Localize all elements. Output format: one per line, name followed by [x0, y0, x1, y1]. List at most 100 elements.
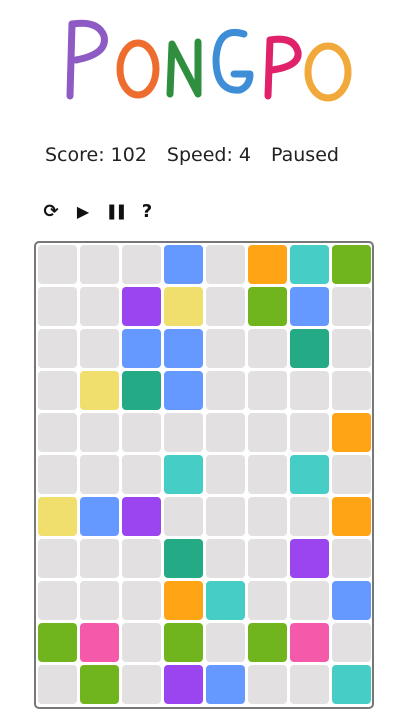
empty-cell[interactable] [38, 329, 77, 368]
empty-cell[interactable] [290, 413, 329, 452]
empty-cell[interactable] [248, 413, 287, 452]
tile-green[interactable] [38, 623, 77, 662]
empty-cell[interactable] [290, 581, 329, 620]
tile-teal[interactable] [290, 245, 329, 284]
empty-cell[interactable] [248, 665, 287, 704]
empty-cell[interactable] [38, 665, 77, 704]
empty-cell[interactable] [206, 287, 245, 326]
restart-button[interactable]: ⟳ [41, 200, 61, 222]
empty-cell[interactable] [38, 287, 77, 326]
tile-darkgreen[interactable] [164, 539, 203, 578]
empty-cell[interactable] [332, 371, 371, 410]
tile-green[interactable] [164, 623, 203, 662]
tile-yellow[interactable] [164, 287, 203, 326]
tile-pink[interactable] [80, 623, 119, 662]
empty-cell[interactable] [206, 497, 245, 536]
tile-orange[interactable] [164, 581, 203, 620]
tile-green[interactable] [248, 287, 287, 326]
tile-blue[interactable] [290, 287, 329, 326]
empty-cell[interactable] [206, 623, 245, 662]
empty-cell[interactable] [248, 455, 287, 494]
help-icon: ? [141, 200, 153, 222]
empty-cell[interactable] [332, 623, 371, 662]
empty-cell[interactable] [122, 455, 161, 494]
empty-cell[interactable] [80, 329, 119, 368]
empty-cell[interactable] [122, 413, 161, 452]
game-board[interactable] [34, 241, 374, 709]
tile-green[interactable] [80, 665, 119, 704]
tile-teal[interactable] [290, 455, 329, 494]
tile-blue[interactable] [122, 329, 161, 368]
empty-cell[interactable] [248, 497, 287, 536]
empty-cell[interactable] [206, 455, 245, 494]
empty-cell[interactable] [80, 455, 119, 494]
tile-teal[interactable] [332, 665, 371, 704]
empty-cell[interactable] [332, 329, 371, 368]
pause-button[interactable]: ❚❚ [105, 200, 127, 222]
empty-cell[interactable] [38, 245, 77, 284]
empty-cell[interactable] [290, 497, 329, 536]
empty-cell[interactable] [206, 539, 245, 578]
logo-letter-p1 [66, 19, 108, 100]
empty-cell[interactable] [38, 371, 77, 410]
empty-cell[interactable] [80, 287, 119, 326]
tile-yellow[interactable] [80, 371, 119, 410]
tile-pink[interactable] [290, 623, 329, 662]
tile-orange[interactable] [332, 413, 371, 452]
logo-letter-n [166, 38, 202, 98]
empty-cell[interactable] [248, 329, 287, 368]
empty-cell[interactable] [206, 371, 245, 410]
tile-blue[interactable] [206, 665, 245, 704]
empty-cell[interactable] [122, 581, 161, 620]
empty-cell[interactable] [122, 623, 161, 662]
empty-cell[interactable] [206, 413, 245, 452]
empty-cell[interactable] [80, 413, 119, 452]
speed-label: Speed: 4 [166, 144, 252, 166]
empty-cell[interactable] [122, 665, 161, 704]
tile-blue[interactable] [80, 497, 119, 536]
tile-purple[interactable] [290, 539, 329, 578]
empty-cell[interactable] [332, 455, 371, 494]
tile-yellow[interactable] [38, 497, 77, 536]
empty-cell[interactable] [80, 581, 119, 620]
tile-teal[interactable] [206, 581, 245, 620]
empty-cell[interactable] [38, 455, 77, 494]
help-button[interactable]: ? [137, 200, 157, 222]
tile-purple[interactable] [122, 287, 161, 326]
tile-blue[interactable] [164, 371, 203, 410]
empty-cell[interactable] [80, 245, 119, 284]
empty-cell[interactable] [290, 371, 329, 410]
empty-cell[interactable] [122, 245, 161, 284]
tile-purple[interactable] [164, 665, 203, 704]
empty-cell[interactable] [248, 539, 287, 578]
logo-letter-g [212, 29, 254, 94]
empty-cell[interactable] [164, 413, 203, 452]
tile-blue[interactable] [164, 245, 203, 284]
empty-cell[interactable] [248, 371, 287, 410]
empty-cell[interactable] [290, 665, 329, 704]
empty-cell[interactable] [332, 539, 371, 578]
tile-orange[interactable] [248, 245, 287, 284]
tile-darkgreen[interactable] [122, 371, 161, 410]
tile-blue[interactable] [164, 329, 203, 368]
tile-orange[interactable] [332, 497, 371, 536]
empty-cell[interactable] [122, 539, 161, 578]
logo-letter-p2 [264, 35, 302, 100]
empty-cell[interactable] [206, 245, 245, 284]
empty-cell[interactable] [38, 413, 77, 452]
empty-cell[interactable] [248, 581, 287, 620]
tile-green[interactable] [248, 623, 287, 662]
tile-blue[interactable] [332, 581, 371, 620]
empty-cell[interactable] [38, 581, 77, 620]
empty-cell[interactable] [332, 287, 371, 326]
restart-icon: ⟳ [43, 200, 59, 222]
empty-cell[interactable] [80, 539, 119, 578]
tile-purple[interactable] [122, 497, 161, 536]
tile-teal[interactable] [164, 455, 203, 494]
empty-cell[interactable] [206, 329, 245, 368]
tile-green[interactable] [332, 245, 371, 284]
empty-cell[interactable] [164, 497, 203, 536]
empty-cell[interactable] [38, 539, 77, 578]
play-button[interactable]: ▶ [73, 200, 93, 222]
tile-darkgreen[interactable] [290, 329, 329, 368]
